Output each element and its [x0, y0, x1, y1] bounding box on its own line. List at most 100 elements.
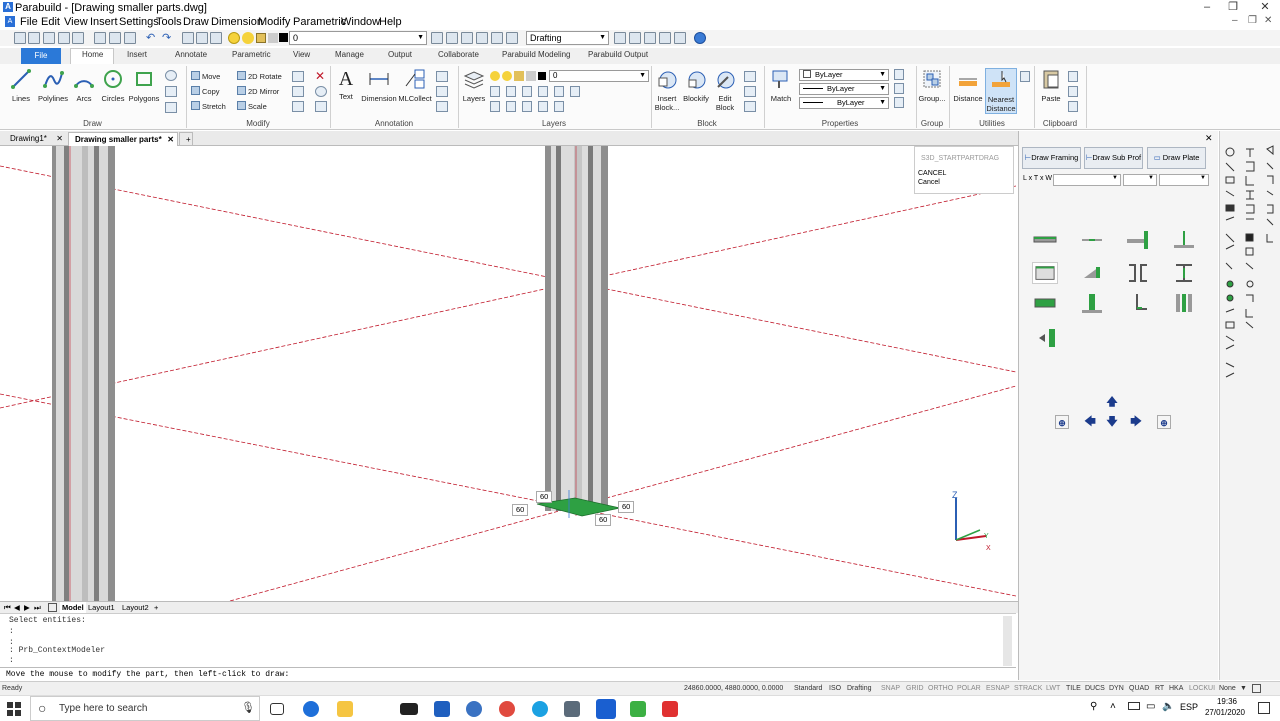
copy-base-icon[interactable]	[1068, 101, 1078, 112]
layers-button[interactable]: Layers	[461, 68, 487, 103]
profile-angle-icon[interactable]	[1125, 229, 1151, 251]
menu-window[interactable]: Window	[341, 16, 380, 28]
layer-tool-11-icon[interactable]	[554, 101, 564, 112]
menu-dimension[interactable]: Dimension	[211, 16, 263, 28]
draw-sub-prof-button[interactable]: ⊢Draw Sub Prof	[1084, 147, 1143, 169]
menu-file[interactable]: File	[20, 16, 38, 28]
qat-layer-combo[interactable]: 0 ▼	[289, 31, 427, 45]
array-icon[interactable]	[292, 101, 304, 112]
toggle-strack[interactable]: STRACK	[1014, 682, 1042, 695]
recover-icon[interactable]	[72, 32, 84, 44]
mdi-minimize-icon[interactable]: –	[1232, 15, 1238, 26]
clock-time[interactable]: 19:36	[1212, 697, 1242, 706]
prop-tool-2-icon[interactable]	[894, 83, 904, 94]
rotate-cw-icon[interactable]: ⊕	[1157, 415, 1171, 429]
prop-tool-1-icon[interactable]	[894, 69, 904, 80]
app-icon-1[interactable]	[434, 701, 450, 717]
chrome-icon[interactable]	[499, 701, 515, 717]
app-icon-3[interactable]	[564, 701, 580, 717]
bulb-icon[interactable]	[490, 71, 500, 81]
close-icon[interactable]: ✕	[1252, 0, 1278, 15]
layer-tool-3-icon[interactable]	[522, 86, 532, 97]
spline-icon[interactable]	[165, 102, 177, 113]
point-icon[interactable]	[165, 70, 177, 81]
doc-tab-drawing1[interactable]: Drawing1* ✕	[4, 132, 66, 146]
plot-icon[interactable]	[526, 71, 536, 81]
toggle-ducs[interactable]: DUCS	[1085, 682, 1105, 695]
arrow-up-icon[interactable]: 🡅	[1105, 395, 1119, 409]
layer-match-icon[interactable]	[506, 32, 518, 44]
profile-l-icon[interactable]	[1125, 292, 1151, 314]
mdi-close-icon[interactable]: ✕	[1264, 15, 1272, 26]
save-as-icon[interactable]	[58, 32, 70, 44]
toggle-tile[interactable]: TILE	[1066, 682, 1081, 695]
layer-iso-icon[interactable]	[446, 32, 458, 44]
toggle-esnap[interactable]: ESNAP	[986, 682, 1010, 695]
file-explorer-icon[interactable]	[337, 701, 353, 717]
lineweight-combo[interactable]: ByLayer ▼	[799, 97, 889, 109]
explorer-icon[interactable]	[659, 32, 671, 44]
grid-table-icon[interactable]	[436, 101, 448, 112]
properties-icon[interactable]	[614, 32, 626, 44]
toggle-hka[interactable]: HKA	[1169, 682, 1183, 695]
parabuild-taskbar-icon[interactable]	[596, 699, 616, 719]
clip-copy-icon[interactable]	[1068, 86, 1078, 97]
toggle-lwt[interactable]: LWT	[1046, 682, 1060, 695]
toggle-grid[interactable]: GRID	[906, 682, 924, 695]
draw-framing-button[interactable]: ⊢Draw Framing	[1022, 147, 1081, 169]
save-icon[interactable]	[43, 32, 55, 44]
tab-collaborate[interactable]: Collaborate	[438, 50, 479, 59]
block-tool-3-icon[interactable]	[744, 101, 756, 112]
dimension-label[interactable]: 60	[595, 514, 612, 526]
menu-parametric[interactable]: Parametric	[293, 16, 346, 28]
design-center-icon[interactable]	[644, 32, 656, 44]
tab-parametric[interactable]: Parametric	[232, 50, 271, 59]
polylines-button[interactable]: Polylines	[37, 68, 69, 103]
width-combo[interactable]: ▼	[1159, 174, 1209, 186]
layer-tool-10-icon[interactable]	[538, 101, 548, 112]
arrow-right-icon[interactable]: 🡆	[1129, 415, 1143, 429]
task-view-icon[interactable]	[270, 703, 284, 715]
toggle-snap[interactable]: SNAP	[881, 682, 900, 695]
move-button[interactable]: Move	[191, 71, 220, 81]
command-line[interactable]: Move the mouse to modify the part, then …	[0, 667, 1016, 680]
annotation-scale[interactable]: None	[1219, 682, 1236, 695]
status-textstyle[interactable]: Standard	[794, 682, 822, 695]
layer-prev-icon[interactable]	[431, 32, 443, 44]
toggle-dyn[interactable]: DYN	[1109, 682, 1124, 695]
workspace-combo[interactable]: Drafting ▼	[526, 31, 609, 45]
menu-draw[interactable]: Draw	[183, 16, 209, 28]
restore-icon[interactable]: ❐	[1220, 0, 1246, 15]
app-icon-2[interactable]	[466, 701, 482, 717]
cut-icon[interactable]	[182, 32, 194, 44]
cut-icon[interactable]	[1068, 71, 1078, 82]
help-icon[interactable]	[694, 32, 706, 44]
length-combo[interactable]: ▼	[1053, 174, 1121, 186]
taskbar-search-input[interactable]: ○ Type here to search 🎙	[30, 696, 260, 721]
profile-chamfer-icon[interactable]	[1079, 262, 1105, 284]
profile-channel-icon[interactable]	[1125, 262, 1151, 284]
explode-icon[interactable]	[315, 101, 327, 112]
toggle-polar[interactable]: POLAR	[957, 682, 981, 695]
network-icon[interactable]: ▭	[1146, 701, 1155, 712]
copy-button[interactable]: Copy	[191, 86, 220, 96]
menu-tools[interactable]: Tools	[156, 16, 182, 28]
volume-icon[interactable]: 🔈	[1162, 701, 1174, 712]
layer-unisolate-icon[interactable]	[461, 32, 473, 44]
battery-icon[interactable]	[1128, 702, 1140, 710]
layer-tool-2-icon[interactable]	[506, 86, 516, 97]
profile-flat-icon[interactable]	[1032, 229, 1058, 251]
group-button[interactable]: Group...	[917, 68, 947, 103]
tab-home[interactable]: Home	[82, 50, 103, 59]
layer-tool-6-icon[interactable]	[570, 86, 580, 97]
layer-print-icon[interactable]	[268, 33, 278, 43]
tab-manage[interactable]: Manage	[335, 50, 364, 59]
toggle-quad[interactable]: QUAD	[1129, 682, 1149, 695]
text-button[interactable]: A Text	[334, 68, 358, 101]
print-preview-icon[interactable]	[109, 32, 121, 44]
undo-icon[interactable]: ↶	[146, 31, 155, 44]
menu-modify[interactable]: Modify	[258, 16, 290, 28]
open-icon[interactable]	[28, 32, 40, 44]
notifications-icon[interactable]	[1258, 702, 1270, 714]
print-icon[interactable]	[94, 32, 106, 44]
